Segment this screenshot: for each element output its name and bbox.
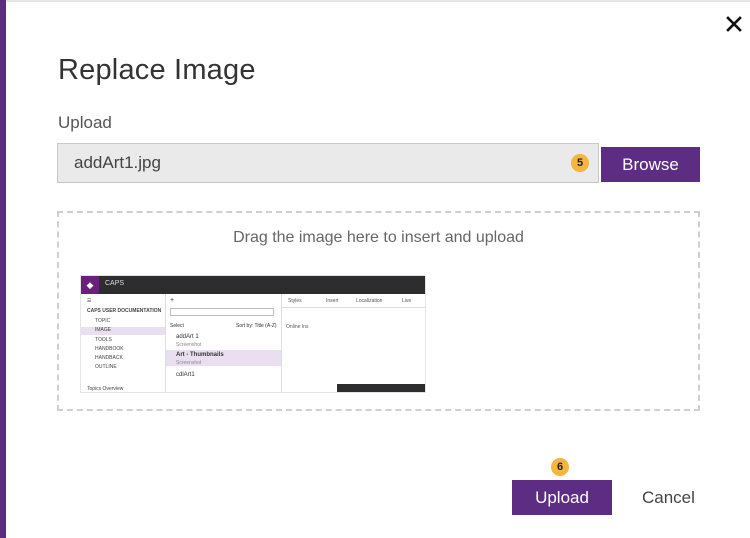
preview-sidebar-item: HANDBACK (95, 355, 123, 361)
upload-button[interactable]: Upload (512, 480, 612, 515)
browse-button[interactable]: Browse (601, 147, 700, 182)
preview-list-text: Select (170, 323, 184, 329)
file-path-input[interactable]: addArt1.jpg (57, 143, 599, 183)
preview-toolbar-item: Styles (288, 298, 302, 304)
preview-dark-panel (337, 384, 425, 392)
preview-list-text: addArt 1 (176, 334, 199, 340)
preview-toolbar-item: Live (402, 298, 412, 304)
preview-toolbar-divider (282, 307, 425, 308)
preview-toolbar-item: Insert (326, 298, 339, 304)
preview-toolbar-item: Localization (356, 298, 383, 304)
preview-sidebar-icon: ☰ (87, 298, 92, 304)
preview-editor: Styles Insert Localization Live Online I… (282, 294, 425, 392)
replace-image-dialog: Replace Image Upload addArt1.jpg 5 Brows… (6, 2, 750, 538)
dialog-title: Replace Image (58, 54, 256, 86)
callout-badge-6: 6 (551, 458, 569, 476)
upload-label: Upload (58, 113, 112, 132)
preview-content-text: Online Ins (286, 324, 309, 330)
preview-search-box (170, 308, 274, 316)
preview-list-text: Sort by: Title (A-Z) (236, 323, 277, 329)
preview-list-text: Art - Thumbnails (176, 352, 224, 358)
preview-sidebar-item: TOOLS (95, 337, 112, 343)
preview-add-icon: + (170, 297, 175, 304)
preview-item-list: + Select Sort by: Title (A-Z) addArt 1 S… (166, 294, 282, 392)
image-drop-zone[interactable]: Drag the image here to insert and upload… (57, 211, 700, 411)
preview-sidebar-item: Topics Overview (87, 386, 124, 392)
preview-app-name: CAPS (105, 280, 125, 287)
drop-zone-instructions: Drag the image here to insert and upload (233, 229, 524, 246)
preview-sidebar-item: CAPS USER DOCUMENTATION (87, 308, 162, 314)
preview-title-bar: ◆ CAPS (81, 276, 425, 294)
image-preview: ◆ CAPS ☰ CAPS USER DOCUMENTATION TOPIC I… (80, 275, 426, 393)
preview-app-logo-icon: ◆ (81, 276, 99, 294)
preview-sidebar-item: OUTLINE (95, 364, 117, 370)
close-icon[interactable] (722, 12, 746, 36)
preview-sidebar-item: IMAGE (81, 327, 165, 335)
preview-sidebar-item: TOPIC (95, 318, 111, 324)
preview-sidebar-item: HANDBOOK (95, 346, 124, 352)
cancel-button[interactable]: Cancel (642, 488, 695, 508)
preview-list-text: Screenshot (176, 342, 202, 348)
preview-sidebar: ☰ CAPS USER DOCUMENTATION TOPIC IMAGE TO… (81, 294, 166, 392)
callout-badge-5: 5 (571, 154, 589, 172)
preview-list-text: cdlArt1 (176, 372, 195, 378)
preview-list-text: Screenshot (176, 360, 202, 366)
